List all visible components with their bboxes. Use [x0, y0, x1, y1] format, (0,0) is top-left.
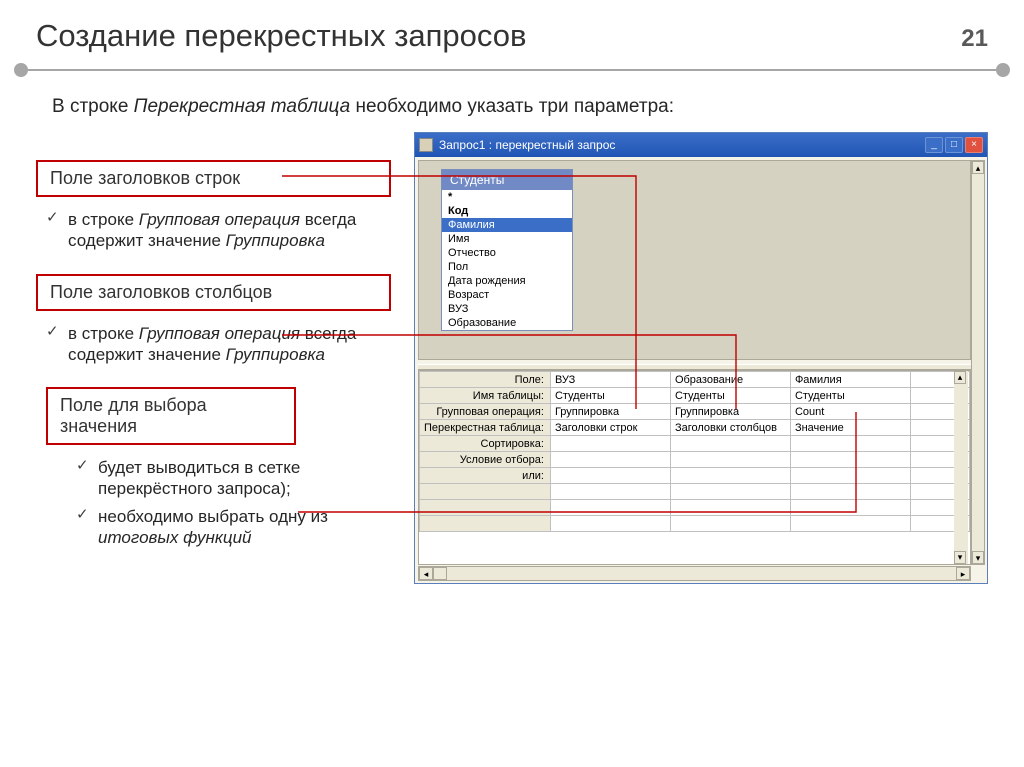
field-familiya[interactable]: Фамилия	[442, 218, 572, 232]
grid-c2-or[interactable]	[670, 468, 790, 484]
field-otchestvo[interactable]: Отчество	[442, 246, 572, 260]
field-pol[interactable]: Пол	[442, 260, 572, 274]
grid-c1-or[interactable]	[550, 468, 670, 484]
grid-c2-table[interactable]: Студенты	[670, 388, 790, 404]
tables-pane[interactable]: Студенты * Код Фамилия Имя Отчество Пол …	[418, 160, 971, 360]
bullet-4: необходимо выбрать одну из итоговых функ…	[76, 506, 376, 549]
scroll-down-icon[interactable]: ▾	[954, 551, 966, 564]
grid-c3-field[interactable]: Фамилия	[790, 372, 910, 388]
intro-prefix: В строке	[52, 96, 134, 117]
bullet-1: в строке Групповая операция всегда содер…	[46, 209, 391, 252]
design-grid-pane[interactable]: Поле: ВУЗ Образование Фамилия Имя таблиц…	[418, 370, 971, 565]
scroll-down-icon[interactable]: ▾	[972, 551, 984, 564]
callout-row-headers: Поле заголовков строк	[36, 160, 391, 197]
grid-label-table: Имя таблицы:	[420, 388, 551, 404]
slide-title: Создание перекрестных запросов	[36, 18, 526, 54]
grid-c3-cross[interactable]: Значение	[790, 420, 910, 436]
b2-italic2: Группировка	[226, 345, 325, 364]
close-button[interactable]: ×	[965, 137, 983, 153]
grid-c2-field[interactable]: Образование	[670, 372, 790, 388]
callout-col-headers: Поле заголовков столбцов	[36, 274, 391, 311]
b1-italic2: Группировка	[226, 231, 325, 250]
b2-prefix: в строке	[68, 324, 139, 343]
b2-italic1: Групповая операция	[139, 324, 300, 343]
bullet-2: в строке Групповая операция всегда содер…	[46, 323, 391, 366]
grid-label-field: Поле:	[420, 372, 551, 388]
grid-c3-table[interactable]: Студенты	[790, 388, 910, 404]
grid-c3-or[interactable]	[790, 468, 910, 484]
grid-c1-sort[interactable]	[550, 436, 670, 452]
scroll-right-icon[interactable]: ▸	[956, 567, 970, 580]
app-icon	[419, 138, 433, 152]
field-asterisk[interactable]: *	[442, 190, 572, 204]
field-vozrast[interactable]: Возраст	[442, 288, 572, 302]
field-imya[interactable]: Имя	[442, 232, 572, 246]
grid-label-or: или:	[420, 468, 551, 484]
grid-label-blank1	[420, 484, 551, 500]
query-window: Запрос1 : перекрестный запрос _ □ × Студ…	[414, 132, 988, 584]
grid-c2-op[interactable]: Группировка	[670, 404, 790, 420]
field-vuz[interactable]: ВУЗ	[442, 302, 572, 316]
field-list[interactable]: * Код Фамилия Имя Отчество Пол Дата рожд…	[442, 190, 572, 330]
scroll-up-icon[interactable]: ▴	[972, 161, 984, 174]
minimize-button[interactable]: _	[925, 137, 943, 153]
design-grid[interactable]: Поле: ВУЗ Образование Фамилия Имя таблиц…	[419, 371, 970, 532]
grid-label-criteria: Условие отбора:	[420, 452, 551, 468]
hscrollbar[interactable]: ◂ ▸	[418, 566, 971, 581]
b4-italic: итоговых функций	[98, 528, 251, 547]
grid-c1-cross[interactable]: Заголовки строк	[550, 420, 670, 436]
b1-prefix: в строке	[68, 210, 139, 229]
scroll-thumb[interactable]	[433, 567, 447, 580]
grid-c1-table[interactable]: Студенты	[550, 388, 670, 404]
field-kod[interactable]: Код	[442, 204, 572, 218]
divider	[8, 64, 1016, 74]
grid-c1-op[interactable]: Группировка	[550, 404, 670, 420]
grid-label-blank2	[420, 500, 551, 516]
window-title: Запрос1 : перекрестный запрос	[439, 138, 925, 152]
grid-c1-field[interactable]: ВУЗ	[550, 372, 670, 388]
grid-vscrollbar[interactable]: ▴ ▾	[954, 371, 968, 564]
intro-suffix: необходимо указать три параметра:	[350, 96, 674, 117]
grid-c2-crit[interactable]	[670, 452, 790, 468]
source-table-name: Студенты	[442, 170, 572, 190]
intro-italic: Перекрестная таблица	[134, 96, 351, 117]
upper-vscrollbar[interactable]: ▴ ▾	[971, 160, 985, 565]
grid-c3-sort[interactable]	[790, 436, 910, 452]
bullet-3: будет выводиться в сетке перекрёстного з…	[76, 457, 376, 500]
field-dob[interactable]: Дата рождения	[442, 274, 572, 288]
grid-c2-sort[interactable]	[670, 436, 790, 452]
field-obrazovanie[interactable]: Образование	[442, 316, 572, 330]
grid-label-cross: Перекрестная таблица:	[420, 420, 551, 436]
slide-number: 21	[961, 25, 988, 53]
maximize-button[interactable]: □	[945, 137, 963, 153]
scroll-up-icon[interactable]: ▴	[954, 371, 966, 384]
grid-label-op: Групповая операция:	[420, 404, 551, 420]
grid-c3-crit[interactable]	[790, 452, 910, 468]
b1-italic1: Групповая операция	[139, 210, 300, 229]
grid-c3-op[interactable]: Count	[790, 404, 910, 420]
grid-c2-cross[interactable]: Заголовки столбцов	[670, 420, 790, 436]
window-titlebar[interactable]: Запрос1 : перекрестный запрос _ □ ×	[415, 133, 987, 157]
grid-c1-crit[interactable]	[550, 452, 670, 468]
intro-text: В строке Перекрестная таблица необходимо…	[52, 96, 964, 118]
b4-prefix: необходимо выбрать одну из	[98, 507, 328, 526]
callout-value-field: Поле для выбора значения	[46, 387, 296, 445]
grid-label-sort: Сортировка:	[420, 436, 551, 452]
grid-label-blank3	[420, 516, 551, 532]
scroll-left-icon[interactable]: ◂	[419, 567, 433, 580]
source-table[interactable]: Студенты * Код Фамилия Имя Отчество Пол …	[441, 169, 573, 331]
